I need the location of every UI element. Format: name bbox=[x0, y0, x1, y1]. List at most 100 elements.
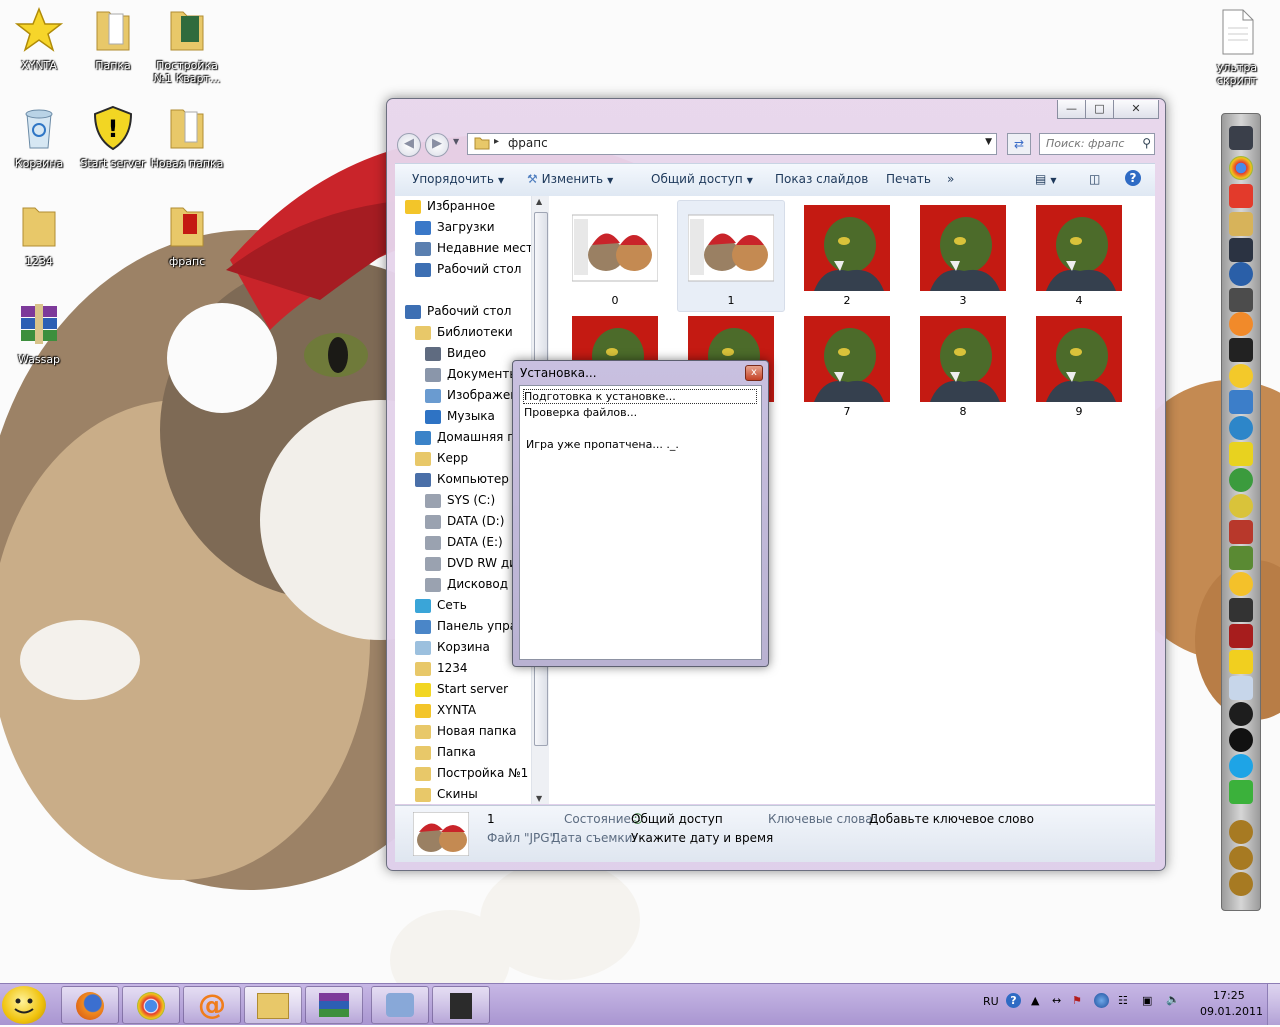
chrome-icon[interactable] bbox=[1229, 156, 1253, 180]
scroll-up-icon[interactable]: ▲ bbox=[536, 197, 542, 206]
taskbar-chrome[interactable] bbox=[122, 986, 180, 1024]
refresh-button[interactable]: ⇄ bbox=[1007, 133, 1031, 155]
nav-item[interactable]: Видео bbox=[425, 343, 486, 364]
preview-pane-button[interactable]: ◫ bbox=[1089, 172, 1100, 186]
file-thumbnail[interactable]: 8 bbox=[909, 311, 1017, 423]
help-icon[interactable]: ? bbox=[1125, 170, 1141, 186]
file-thumbnail[interactable]: 3 bbox=[909, 200, 1017, 312]
nav-item[interactable]: Керр bbox=[415, 448, 468, 469]
slideshow-button[interactable]: Показ слайдов bbox=[775, 172, 868, 186]
file-thumbnail[interactable]: 0 bbox=[561, 200, 669, 312]
nav-item[interactable]: Недавние места bbox=[415, 238, 531, 259]
more-commands-button[interactable]: » bbox=[947, 172, 954, 186]
nav-item[interactable]: Сеть bbox=[415, 595, 467, 616]
media-icon[interactable] bbox=[1229, 624, 1253, 648]
molecule-icon[interactable] bbox=[1229, 494, 1253, 518]
star-icon[interactable] bbox=[1229, 650, 1253, 674]
clock-date[interactable]: 09.01.2011 bbox=[1200, 1005, 1263, 1018]
taskbar-installer[interactable] bbox=[371, 986, 429, 1024]
taskbar-winrar[interactable] bbox=[305, 986, 363, 1024]
minimize-button[interactable]: — bbox=[1057, 100, 1086, 119]
nav-item[interactable]: Новая папка bbox=[415, 721, 516, 742]
nav-item[interactable]: XYNTA bbox=[415, 700, 476, 721]
toolbox-icon[interactable] bbox=[1229, 288, 1253, 312]
tray-app-icon[interactable]: ↔ bbox=[1052, 994, 1061, 1007]
usb-icon[interactable] bbox=[1229, 676, 1253, 700]
taskbar-explorer[interactable] bbox=[244, 986, 302, 1024]
back-button[interactable]: ◀ bbox=[397, 133, 421, 157]
breadcrumb[interactable]: фрапс bbox=[508, 136, 548, 150]
tray-expand-icon[interactable]: ▲ bbox=[1031, 994, 1039, 1007]
view-options-button[interactable]: ▤ ▼ bbox=[1035, 172, 1057, 186]
utorrent-icon[interactable] bbox=[1229, 468, 1253, 492]
share-button[interactable]: Общий доступ ▼ bbox=[651, 172, 753, 186]
monitor-icon[interactable] bbox=[1229, 238, 1253, 262]
nav-item[interactable]: Музыка bbox=[425, 406, 495, 427]
desktop-icon-xynta[interactable]: XYNTA bbox=[0, 6, 78, 72]
search-icon[interactable]: ⚲ bbox=[1142, 136, 1151, 150]
language-indicator[interactable]: RU bbox=[983, 995, 999, 1008]
nfs-icon[interactable] bbox=[1229, 338, 1253, 362]
search-box[interactable]: ⚲ bbox=[1039, 133, 1155, 155]
start-button[interactable] bbox=[2, 986, 46, 1024]
nav-item[interactable]: DATA (D:) bbox=[425, 511, 504, 532]
desktop-icon-wassap[interactable]: Wassap bbox=[0, 300, 78, 366]
wow-icon[interactable] bbox=[1229, 872, 1253, 896]
window-icon[interactable] bbox=[1229, 390, 1253, 414]
taskbar-mail-agent[interactable]: @ bbox=[183, 986, 241, 1024]
desktop-icon-new-folder[interactable]: Новая папка bbox=[148, 104, 226, 170]
game-launcher-icon[interactable] bbox=[1229, 126, 1253, 150]
nav-item[interactable]: Компьютер bbox=[415, 469, 509, 490]
nav-item[interactable]: Избранное bbox=[405, 196, 495, 217]
desktop-icon-papka[interactable]: Папка bbox=[74, 6, 152, 72]
file-thumbnail[interactable]: 2 bbox=[793, 200, 901, 312]
desktop-icon-ultra-script[interactable]: ультра скрипт bbox=[1198, 8, 1276, 87]
dialog-log-list[interactable]: Подготовка к установке... Проверка файло… bbox=[519, 385, 762, 660]
checkmark-icon[interactable] bbox=[1229, 780, 1253, 804]
nav-item[interactable]: Папка bbox=[415, 742, 476, 763]
opera-icon[interactable] bbox=[1229, 184, 1253, 208]
puzzle-icon[interactable] bbox=[1229, 442, 1253, 466]
keywords-value[interactable]: Добавьте ключевое слово bbox=[869, 812, 1034, 826]
print-button[interactable]: Печать bbox=[886, 172, 931, 186]
smiley-icon[interactable] bbox=[1229, 572, 1253, 596]
nav-item[interactable]: Дисковод bbox=[425, 574, 508, 595]
balls-icon[interactable] bbox=[1229, 364, 1253, 388]
desktop-icon-1234[interactable]: 1234 bbox=[0, 202, 78, 268]
file-thumbnail[interactable]: 4 bbox=[1025, 200, 1133, 312]
search-input[interactable] bbox=[1040, 134, 1136, 152]
nav-item[interactable]: Документы bbox=[425, 364, 519, 385]
clock-time[interactable]: 17:25 bbox=[1213, 989, 1245, 1002]
nav-item[interactable]: Постройка №1 Кв bbox=[415, 763, 531, 784]
mario-icon[interactable] bbox=[1229, 520, 1253, 544]
file-thumbnail[interactable]: 7 bbox=[793, 311, 901, 423]
nav-item[interactable]: Start server bbox=[415, 679, 508, 700]
taskbar-minecraft[interactable] bbox=[432, 986, 490, 1024]
taskbar-firefox[interactable] bbox=[61, 986, 119, 1024]
text-icon[interactable] bbox=[1229, 598, 1253, 622]
dialog-close-button[interactable]: x bbox=[745, 365, 763, 381]
help-icon[interactable]: ? bbox=[1006, 993, 1021, 1008]
action-center-flag-icon[interactable]: ⚑ bbox=[1072, 994, 1082, 1007]
gear-icon[interactable] bbox=[1229, 262, 1253, 286]
skype-icon[interactable] bbox=[1229, 754, 1253, 778]
change-button[interactable]: ⚒ Изменить ▼ bbox=[527, 172, 613, 186]
nav-item[interactable]: SYS (C:) bbox=[425, 490, 495, 511]
steam-icon[interactable] bbox=[1229, 702, 1253, 726]
nav-item[interactable]: 1234 bbox=[415, 658, 468, 679]
stickman-icon[interactable] bbox=[1229, 728, 1253, 752]
tray-globe-icon[interactable] bbox=[1094, 993, 1109, 1008]
chevron-down-icon[interactable]: ▼ bbox=[985, 137, 992, 147]
nav-item[interactable]: Рабочий стол bbox=[415, 259, 521, 280]
maximize-button[interactable]: □ bbox=[1085, 100, 1114, 119]
desktop-icon-recycle-bin[interactable]: Корзина bbox=[0, 104, 78, 170]
tray-network-icon[interactable]: ☷ bbox=[1118, 994, 1128, 1007]
nav-item[interactable]: Рабочий стол bbox=[405, 301, 511, 322]
forward-button[interactable]: ▶ bbox=[425, 133, 449, 157]
date-value[interactable]: Укажите дату и время bbox=[631, 831, 773, 845]
nav-item[interactable]: DATA (E:) bbox=[425, 532, 503, 553]
desktop-icon-postroyka[interactable]: Постройка №1 Кварт... bbox=[148, 6, 226, 85]
minecraft-icon[interactable] bbox=[1229, 546, 1253, 570]
nav-item[interactable]: Скины bbox=[415, 784, 478, 804]
scroll-down-icon[interactable]: ▼ bbox=[536, 794, 542, 803]
